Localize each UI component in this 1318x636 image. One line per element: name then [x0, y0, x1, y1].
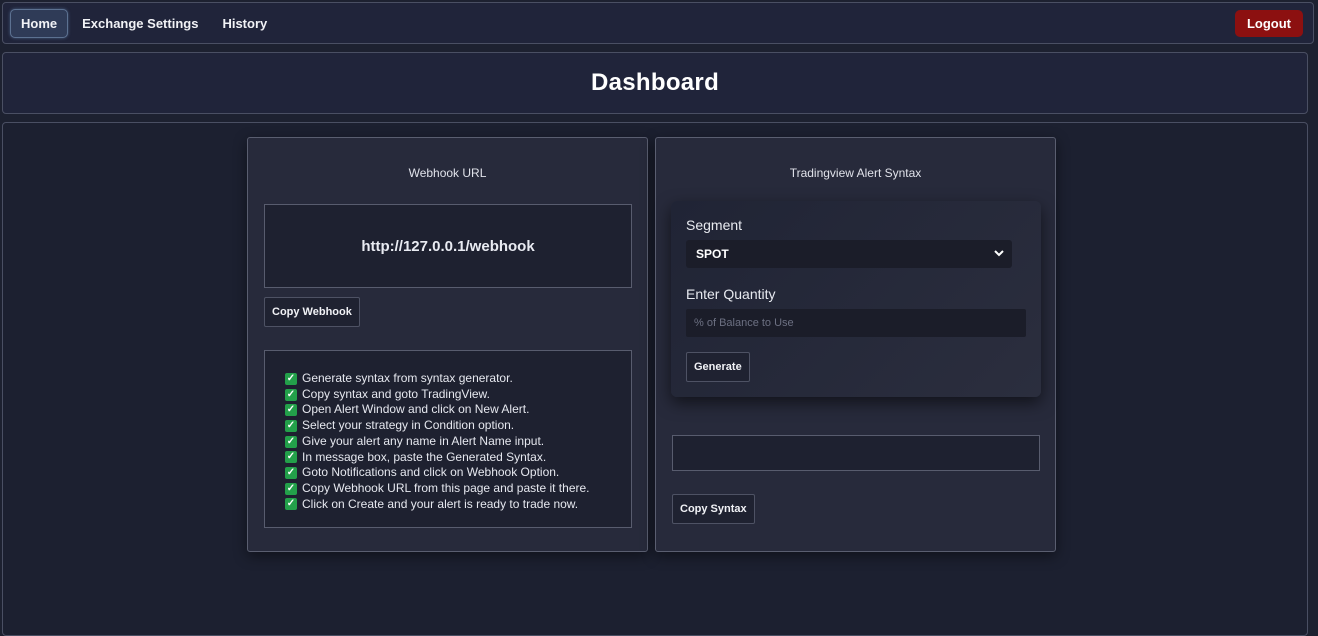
instruction-item: ✓ Generate syntax from syntax generator.	[285, 371, 631, 387]
checkbox-checked-icon: ✓	[285, 372, 297, 385]
nav-home-button[interactable]: Home	[10, 8, 69, 38]
instruction-item: ✓ Copy syntax and goto TradingView.	[285, 387, 631, 403]
copy-webhook-button[interactable]: Copy Webhook	[264, 297, 360, 327]
webhook-card-title: Webhook URL	[408, 166, 487, 180]
title-bar: Dashboard	[2, 52, 1308, 114]
checkbox-checked-icon: ✓	[285, 419, 297, 432]
instruction-text: Copy Webhook URL from this page and past…	[302, 480, 590, 495]
syntax-generator-form: Segment SPOT Enter Quantity Generate	[671, 201, 1041, 397]
checkbox-checked-icon: ✓	[285, 467, 297, 480]
top-navbar: Home Exchange Settings History Logout	[2, 2, 1314, 44]
alert-syntax-card: Tradingview Alert Syntax Segment SPOT En…	[655, 137, 1056, 552]
checkbox-checked-icon: ✓	[285, 498, 297, 511]
page-title: Dashboard	[590, 69, 720, 96]
instruction-text: In message box, paste the Generated Synt…	[302, 449, 547, 464]
checkbox-checked-icon: ✓	[285, 388, 297, 401]
logout-button[interactable]: Logout	[1234, 10, 1303, 37]
instruction-item: ✓ Select your strategy in Condition optio…	[285, 418, 631, 434]
generate-button[interactable]: Generate	[686, 352, 750, 382]
instruction-text: Goto Notifications and click on Webhook …	[302, 465, 560, 480]
instructions-list: ✓ Generate syntax from syntax generator. …	[264, 350, 632, 528]
instruction-text: Generate syntax from syntax generator.	[302, 371, 513, 385]
instruction-item: ✓ Click on Create and your alert is ready…	[285, 497, 631, 513]
instruction-item: ✓ In message box, paste the Generated Syn…	[285, 450, 631, 466]
checkbox-checked-icon: ✓	[285, 451, 297, 464]
segment-label: Segment	[686, 217, 743, 233]
chevron-down-icon	[994, 248, 1004, 260]
checkbox-checked-icon: ✓	[285, 404, 297, 417]
instruction-item: ✓ Give your alert any name in Alert Name …	[285, 434, 631, 450]
checkbox-checked-icon: ✓	[285, 482, 297, 495]
copy-syntax-button[interactable]: Copy Syntax	[672, 494, 755, 524]
instruction-item: ✓ Goto Notifications and click on Webhook…	[285, 465, 631, 481]
instruction-item: ✓ Open Alert Window and click on New Aler…	[285, 402, 631, 418]
nav-exchange-settings-link[interactable]: Exchange Settings	[72, 10, 208, 37]
checkbox-checked-icon: ✓	[285, 435, 297, 448]
webhook-url-box: http://127.0.0.1/webhook	[264, 204, 632, 288]
instruction-item: ✓ Copy Webhook URL from this page and pas…	[285, 481, 631, 497]
webhook-url-text: http://127.0.0.1/webhook	[361, 237, 535, 255]
instruction-text: Open Alert Window and click on New Alert…	[302, 402, 530, 417]
segment-selected-value: SPOT	[696, 247, 729, 261]
syntax-output-field[interactable]	[672, 435, 1040, 471]
quantity-label: Enter Quantity	[686, 286, 776, 302]
quantity-input[interactable]	[686, 309, 1026, 337]
segment-select[interactable]: SPOT	[686, 240, 1012, 268]
instruction-text: Click on Create and your alert is ready …	[302, 496, 579, 511]
webhook-card: Webhook URL http://127.0.0.1/webhook Cop…	[247, 137, 648, 552]
nav-history-link[interactable]: History	[212, 10, 277, 37]
alert-syntax-card-title: Tradingview Alert Syntax	[789, 166, 922, 180]
instruction-text: Copy syntax and goto TradingView.	[302, 386, 490, 401]
instruction-text: Select your strategy in Condition option…	[302, 418, 515, 433]
instruction-text: Give your alert any name in Alert Name i…	[302, 433, 545, 448]
